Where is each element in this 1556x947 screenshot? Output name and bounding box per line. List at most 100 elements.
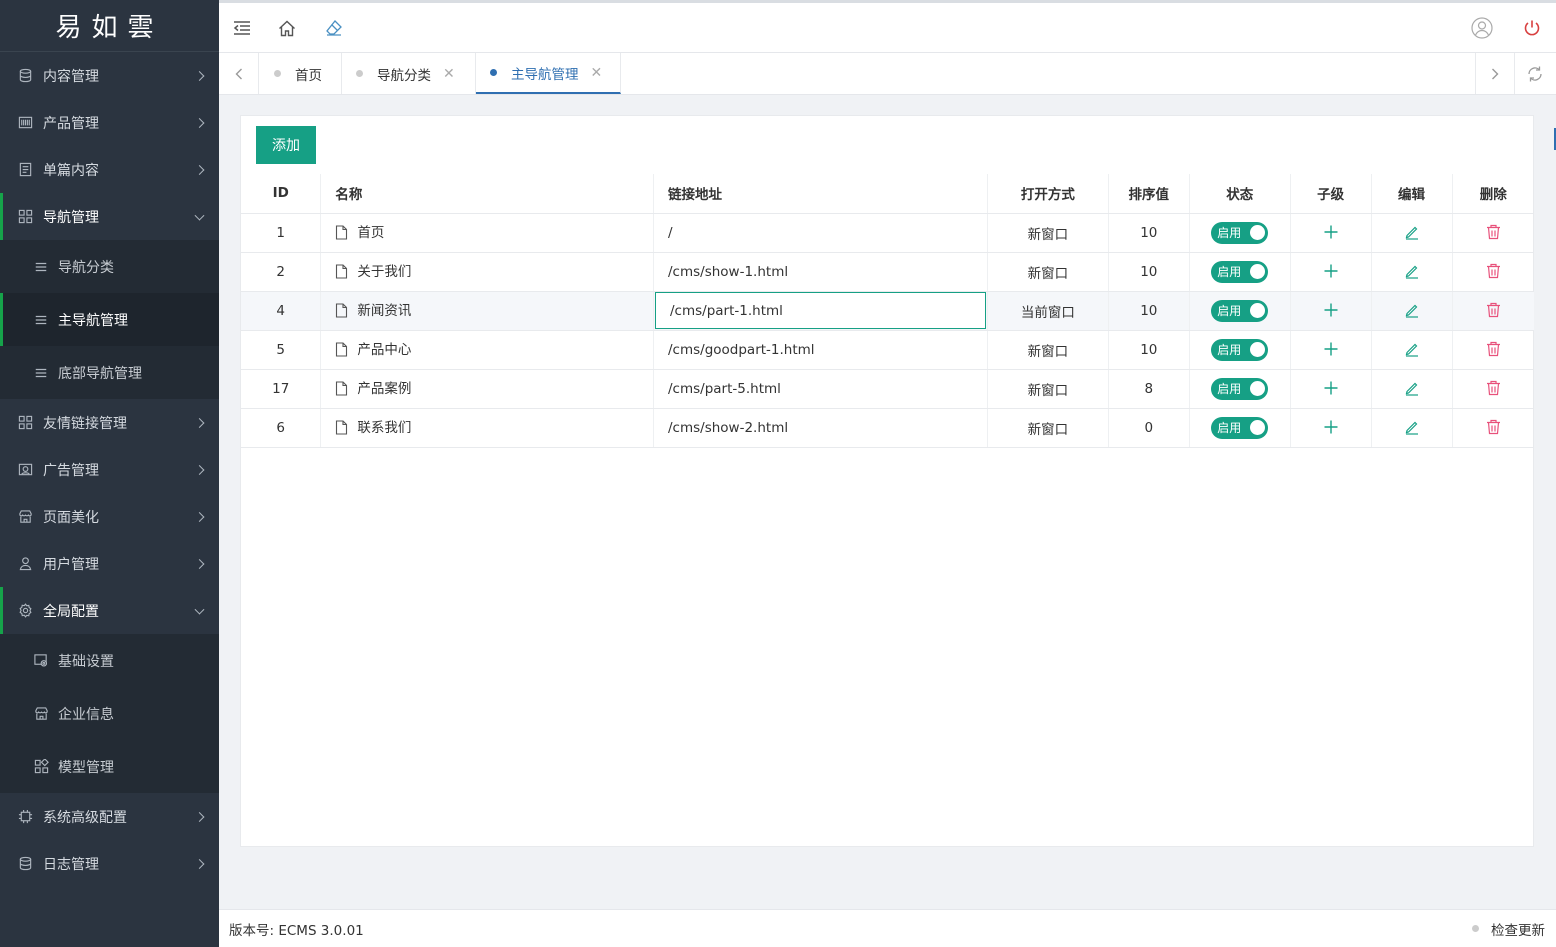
url-cell[interactable]: /cms/show-2.html (653, 408, 988, 448)
edit-icon[interactable] (1402, 261, 1422, 281)
name-cell[interactable]: 关于我们 (320, 252, 654, 292)
add-child-icon[interactable] (1321, 222, 1341, 242)
edit-icon[interactable] (1402, 417, 1422, 437)
status-toggle[interactable]: 启用 (1211, 377, 1269, 400)
url-cell[interactable]: /cms/goodpart-1.html (653, 330, 988, 370)
name-cell[interactable]: 产品案例 (320, 369, 654, 409)
open-mode-cell[interactable]: 新窗口 (987, 330, 1109, 370)
sidebar-item-main-nav[interactable]: 主导航管理 (0, 293, 219, 346)
sidebar-item-content[interactable]: 内容管理 (0, 52, 219, 99)
sort-cell[interactable]: 0 (1108, 408, 1190, 448)
sort-cell[interactable]: 8 (1108, 369, 1190, 409)
add-button[interactable]: 添加 (256, 126, 316, 164)
delete-icon[interactable] (1483, 378, 1503, 398)
open-mode-cell[interactable]: 新窗口 (987, 213, 1109, 253)
url-cell[interactable]: /cms/part-5.html (653, 369, 988, 409)
chevron-right-icon (194, 464, 205, 475)
close-icon[interactable]: ✕ (443, 66, 455, 82)
delete-icon[interactable] (1483, 339, 1503, 359)
add-child-icon[interactable] (1321, 378, 1341, 398)
open-mode-cell[interactable]: 新窗口 (987, 369, 1109, 409)
clear-cache-icon[interactable] (323, 17, 345, 39)
refresh-icon[interactable] (1515, 53, 1555, 94)
sidebar-item-label: 系统高级配置 (43, 809, 127, 826)
sidebar-item-products[interactable]: 产品管理 (0, 99, 219, 146)
sidebar-item-basic-settings[interactable]: 基础设置 (0, 634, 219, 687)
sidebar-item-label: 内容管理 (43, 68, 99, 85)
sidebar-item-nav-category[interactable]: 导航分类 (0, 240, 219, 293)
check-update-link[interactable]: 检查更新 (1472, 919, 1545, 939)
close-icon[interactable]: ✕ (591, 65, 603, 81)
sidebar-item-links[interactable]: 友情链接管理 (0, 399, 219, 446)
sidebar-item-theme[interactable]: 页面美化 (0, 493, 219, 540)
avatar-icon[interactable] (1471, 17, 1493, 39)
col-header-open-mode: 打开方式 (987, 174, 1109, 214)
sort-cell[interactable]: 10 (1108, 330, 1190, 370)
sort-cell[interactable]: 10 (1108, 213, 1190, 253)
children-cell (1290, 291, 1372, 331)
name-text: 新闻资讯 (357, 303, 412, 319)
status-toggle[interactable]: 启用 (1211, 260, 1269, 283)
sidebar-item-navigation[interactable]: 导航管理 (0, 193, 219, 240)
name-cell[interactable]: 联系我们 (320, 408, 654, 448)
power-icon[interactable] (1521, 17, 1543, 39)
status-toggle[interactable]: 启用 (1211, 416, 1269, 439)
sidebar-item-footer-nav[interactable]: 底部导航管理 (0, 346, 219, 399)
url-cell[interactable]: / (653, 213, 988, 253)
tab-home[interactable]: 首页 (260, 53, 342, 94)
add-child-icon[interactable] (1321, 417, 1341, 437)
sidebar-item-company-info[interactable]: 企业信息 (0, 687, 219, 740)
edit-icon[interactable] (1402, 378, 1422, 398)
tab-nav-category[interactable]: 导航分类 ✕ (342, 53, 476, 94)
tab-main-nav[interactable]: 主导航管理 ✕ (476, 53, 621, 94)
delete-icon[interactable] (1483, 300, 1503, 320)
open-mode-cell[interactable]: 新窗口 (987, 252, 1109, 292)
user-icon (17, 556, 33, 572)
sidebar-item-global-config[interactable]: 全局配置 (0, 587, 219, 634)
name-cell[interactable]: 产品中心 (320, 330, 654, 370)
sidebar-item-label: 用户管理 (43, 556, 99, 573)
status-toggle[interactable]: 启用 (1211, 221, 1269, 244)
open-mode-cell[interactable]: 当前窗口 (987, 291, 1109, 331)
sort-cell[interactable]: 10 (1108, 291, 1190, 331)
sort-cell[interactable]: 10 (1108, 252, 1190, 292)
add-child-icon[interactable] (1321, 300, 1341, 320)
status-toggle[interactable]: 启用 (1211, 338, 1269, 361)
sidebar-item-logs[interactable]: 日志管理 (0, 840, 219, 887)
sidebar-item-models[interactable]: 模型管理 (0, 740, 219, 793)
open-mode-cell[interactable]: 新窗口 (987, 408, 1109, 448)
edit-icon[interactable] (1402, 300, 1422, 320)
edit-icon[interactable] (1402, 339, 1422, 359)
file-icon (335, 264, 348, 283)
edit-icon[interactable] (1402, 222, 1422, 242)
id-cell: 17 (241, 369, 322, 409)
status-cell: 启用 (1189, 213, 1291, 253)
url-cell[interactable]: /cms/show-1.html (653, 252, 988, 292)
delete-icon[interactable] (1483, 222, 1503, 242)
sidebar-item-users[interactable]: 用户管理 (0, 540, 219, 587)
id-cell: 6 (241, 408, 322, 448)
sidebar-item-label: 单篇内容 (43, 162, 99, 179)
add-child-icon[interactable] (1321, 339, 1341, 359)
sidebar-item-advanced[interactable]: 系统高级配置 (0, 793, 219, 840)
tab-bar: 首页 导航分类 ✕ 主导航管理 ✕ (219, 53, 1556, 95)
delete-icon[interactable] (1483, 417, 1503, 437)
app-logo[interactable]: 易如雲 (0, 0, 219, 52)
chevron-right-icon (194, 164, 205, 175)
delete-icon[interactable] (1483, 261, 1503, 281)
home-icon[interactable] (276, 17, 298, 39)
table-row: 17 产品案例/cms/part-5.html 新窗口 8 启用 (241, 369, 1534, 409)
name-cell[interactable]: 首页 (320, 213, 654, 253)
tab-scroll-left-icon[interactable] (219, 53, 259, 94)
sidebar-item-single-page[interactable]: 单篇内容 (0, 146, 219, 193)
menu-collapse-icon[interactable] (231, 17, 253, 39)
url-edit-input[interactable] (655, 292, 986, 329)
add-child-icon[interactable] (1321, 261, 1341, 281)
tab-scroll-right-icon[interactable] (1475, 53, 1515, 94)
status-toggle[interactable]: 启用 (1211, 299, 1269, 322)
name-cell[interactable]: 新闻资讯 (320, 291, 654, 331)
edit-cell (1371, 213, 1453, 253)
sidebar-item-label: 主导航管理 (58, 312, 128, 329)
toggle-knob (1250, 303, 1266, 318)
sidebar-item-ads[interactable]: 广告管理 (0, 446, 219, 493)
